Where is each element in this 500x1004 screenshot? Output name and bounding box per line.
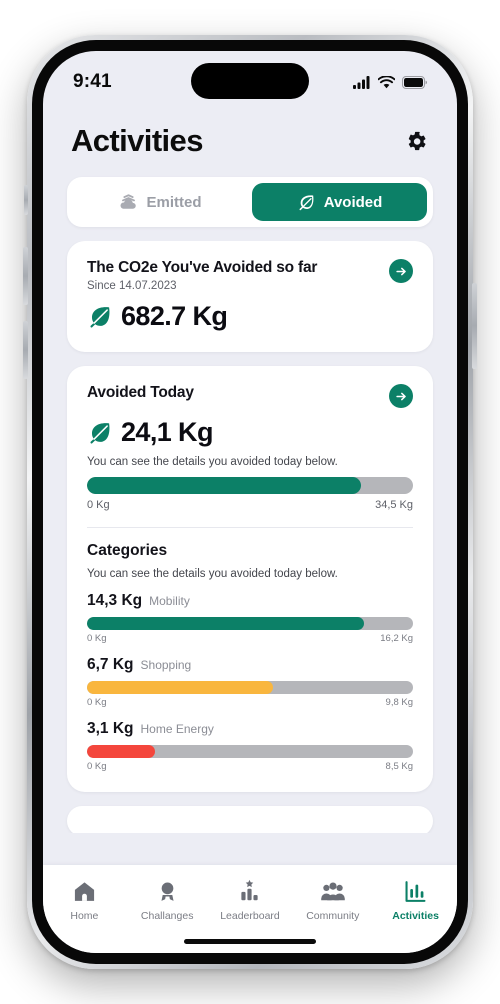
dynamic-island xyxy=(191,63,309,99)
category-name: Shopping xyxy=(140,658,192,672)
category-progress-min: 0 Kg xyxy=(87,697,107,708)
tab-challanges[interactable]: Challanges xyxy=(129,879,205,922)
leaf-icon xyxy=(90,422,110,444)
tab-activities-label: Activities xyxy=(392,910,439,922)
category-header: 3,1 Kg Home Energy xyxy=(87,720,413,738)
gear-icon xyxy=(408,131,425,150)
emitted-avoided-toggle: Emitted Avoided xyxy=(67,177,433,227)
tab-home-label: Home xyxy=(70,910,99,922)
category-value: 3,1 Kg xyxy=(87,720,134,737)
category-name: Mobility xyxy=(149,594,190,608)
status-bar-icons xyxy=(353,75,427,89)
tab-emitted[interactable]: Emitted xyxy=(73,183,248,221)
category-progress-track xyxy=(87,745,413,758)
home-indicator[interactable] xyxy=(184,939,316,944)
today-progress-labels: 0 Kg 34,5 Kg xyxy=(87,499,413,511)
settings-button[interactable] xyxy=(403,128,429,154)
bar-chart-icon xyxy=(405,881,426,902)
section-divider xyxy=(87,527,413,528)
categories-note: You can see the details you avoided toda… xyxy=(87,568,338,580)
arrow-right-icon xyxy=(395,267,406,275)
phone-bezel: 9:41 Activities Emitted Avoided The CO2e… xyxy=(32,40,468,964)
category-progress-max: 9,8 Kg xyxy=(385,697,413,708)
tab-challanges-label: Challanges xyxy=(140,910,194,922)
category-progress-labels: 0 Kg 9,8 Kg xyxy=(87,697,413,708)
tab-home[interactable]: Home xyxy=(46,879,122,922)
content-scroll-area[interactable]: The CO2e You've Avoided so far Since 14.… xyxy=(43,241,457,833)
category-value: 6,7 Kg xyxy=(87,656,134,673)
category-progress-fill xyxy=(87,681,273,694)
total-avoided-card[interactable]: The CO2e You've Avoided so far Since 14.… xyxy=(67,241,433,352)
today-card-header: Avoided Today xyxy=(87,384,413,408)
category-row[interactable]: 3,1 Kg Home Energy 0 Kg 8,5 Kg xyxy=(87,720,413,772)
app-header: Activities xyxy=(43,107,457,173)
category-progress-max: 16,2 Kg xyxy=(380,633,413,644)
category-name: Home Energy xyxy=(140,722,214,736)
next-card-peek[interactable] xyxy=(67,806,433,833)
battery-icon xyxy=(402,75,427,89)
category-progress-fill xyxy=(87,745,156,758)
tab-avoided[interactable]: Avoided xyxy=(252,183,427,221)
today-card-note: You can see the details you avoided toda… xyxy=(87,456,338,468)
total-card-header: The CO2e You've Avoided so far Since 14.… xyxy=(87,259,413,292)
volume-up-button[interactable] xyxy=(23,247,28,305)
avoided-today-card[interactable]: Avoided Today 24,1 Kg You can see the de… xyxy=(67,366,433,792)
categories-title: Categories xyxy=(87,542,168,559)
tab-leaderboard-label: Leaderboard xyxy=(220,910,280,922)
today-card-value: 24,1 Kg xyxy=(121,417,213,447)
power-button[interactable] xyxy=(472,283,477,369)
status-bar: 9:41 xyxy=(43,51,457,107)
category-progress-fill xyxy=(87,617,365,630)
category-progress-track xyxy=(87,617,413,630)
total-card-detail-button[interactable] xyxy=(389,259,413,283)
home-icon xyxy=(74,882,94,901)
today-card-value-row: 24,1 Kg xyxy=(87,417,413,448)
tab-avoided-label: Avoided xyxy=(323,193,383,211)
category-progress-min: 0 Kg xyxy=(87,633,107,644)
category-progress-min: 0 Kg xyxy=(87,761,107,772)
podium-icon xyxy=(241,879,259,901)
leaf-icon xyxy=(90,306,110,328)
arrow-right-icon xyxy=(395,392,406,400)
today-progress-min: 0 Kg xyxy=(87,499,110,511)
category-header: 6,7 Kg Shopping xyxy=(87,656,413,674)
today-card-title: Avoided Today xyxy=(87,384,194,401)
status-bar-clock: 9:41 xyxy=(73,71,112,92)
total-card-value: 682.7 Kg xyxy=(121,301,228,331)
tab-emitted-label: Emitted xyxy=(146,193,202,211)
cellular-signal-icon xyxy=(353,75,370,89)
category-row[interactable]: 6,7 Kg Shopping 0 Kg 9,8 Kg xyxy=(87,656,413,708)
tab-leaderboard[interactable]: Leaderboard xyxy=(212,879,288,922)
categories-list: 14,3 Kg Mobility 0 Kg 16,2 Kg 6,7 Kg Shopping… xyxy=(87,592,413,772)
phone-screen: 9:41 Activities Emitted Avoided The CO2e… xyxy=(43,51,457,953)
category-progress-track xyxy=(87,681,413,694)
total-card-title: The CO2e You've Avoided so far xyxy=(87,259,318,276)
tab-community[interactable]: Community xyxy=(295,879,371,922)
category-header: 14,3 Kg Mobility xyxy=(87,592,413,610)
today-progress-track xyxy=(87,477,413,494)
category-row[interactable]: 14,3 Kg Mobility 0 Kg 16,2 Kg xyxy=(87,592,413,644)
tab-activities[interactable]: Activities xyxy=(378,879,454,922)
tab-community-label: Community xyxy=(306,910,360,922)
bottom-tab-bar: Home Challanges Leaderboard Community Ac… xyxy=(43,865,457,953)
cloud-emission-icon xyxy=(121,194,137,209)
category-value: 14,3 Kg xyxy=(87,592,143,609)
today-progress-fill xyxy=(87,477,361,494)
people-icon xyxy=(320,882,345,901)
page-title: Activities xyxy=(71,123,203,158)
leaf-icon xyxy=(299,194,314,210)
mute-switch[interactable] xyxy=(24,185,28,215)
today-card-detail-button[interactable] xyxy=(389,384,413,408)
medal-icon xyxy=(161,882,174,901)
total-card-subtitle: Since 14.07.2023 xyxy=(87,280,177,292)
category-progress-max: 8,5 Kg xyxy=(385,761,413,772)
wifi-icon xyxy=(378,75,395,88)
total-card-value-row: 682.7 Kg xyxy=(87,301,413,332)
phone-frame: 9:41 Activities Emitted Avoided The CO2e… xyxy=(23,35,477,969)
today-progress-max: 34,5 Kg xyxy=(375,499,413,511)
screenshot-stage: 9:41 Activities Emitted Avoided The CO2e… xyxy=(0,0,500,1004)
category-progress-labels: 0 Kg 8,5 Kg xyxy=(87,761,413,772)
category-progress-labels: 0 Kg 16,2 Kg xyxy=(87,633,413,644)
volume-down-button[interactable] xyxy=(23,321,28,379)
